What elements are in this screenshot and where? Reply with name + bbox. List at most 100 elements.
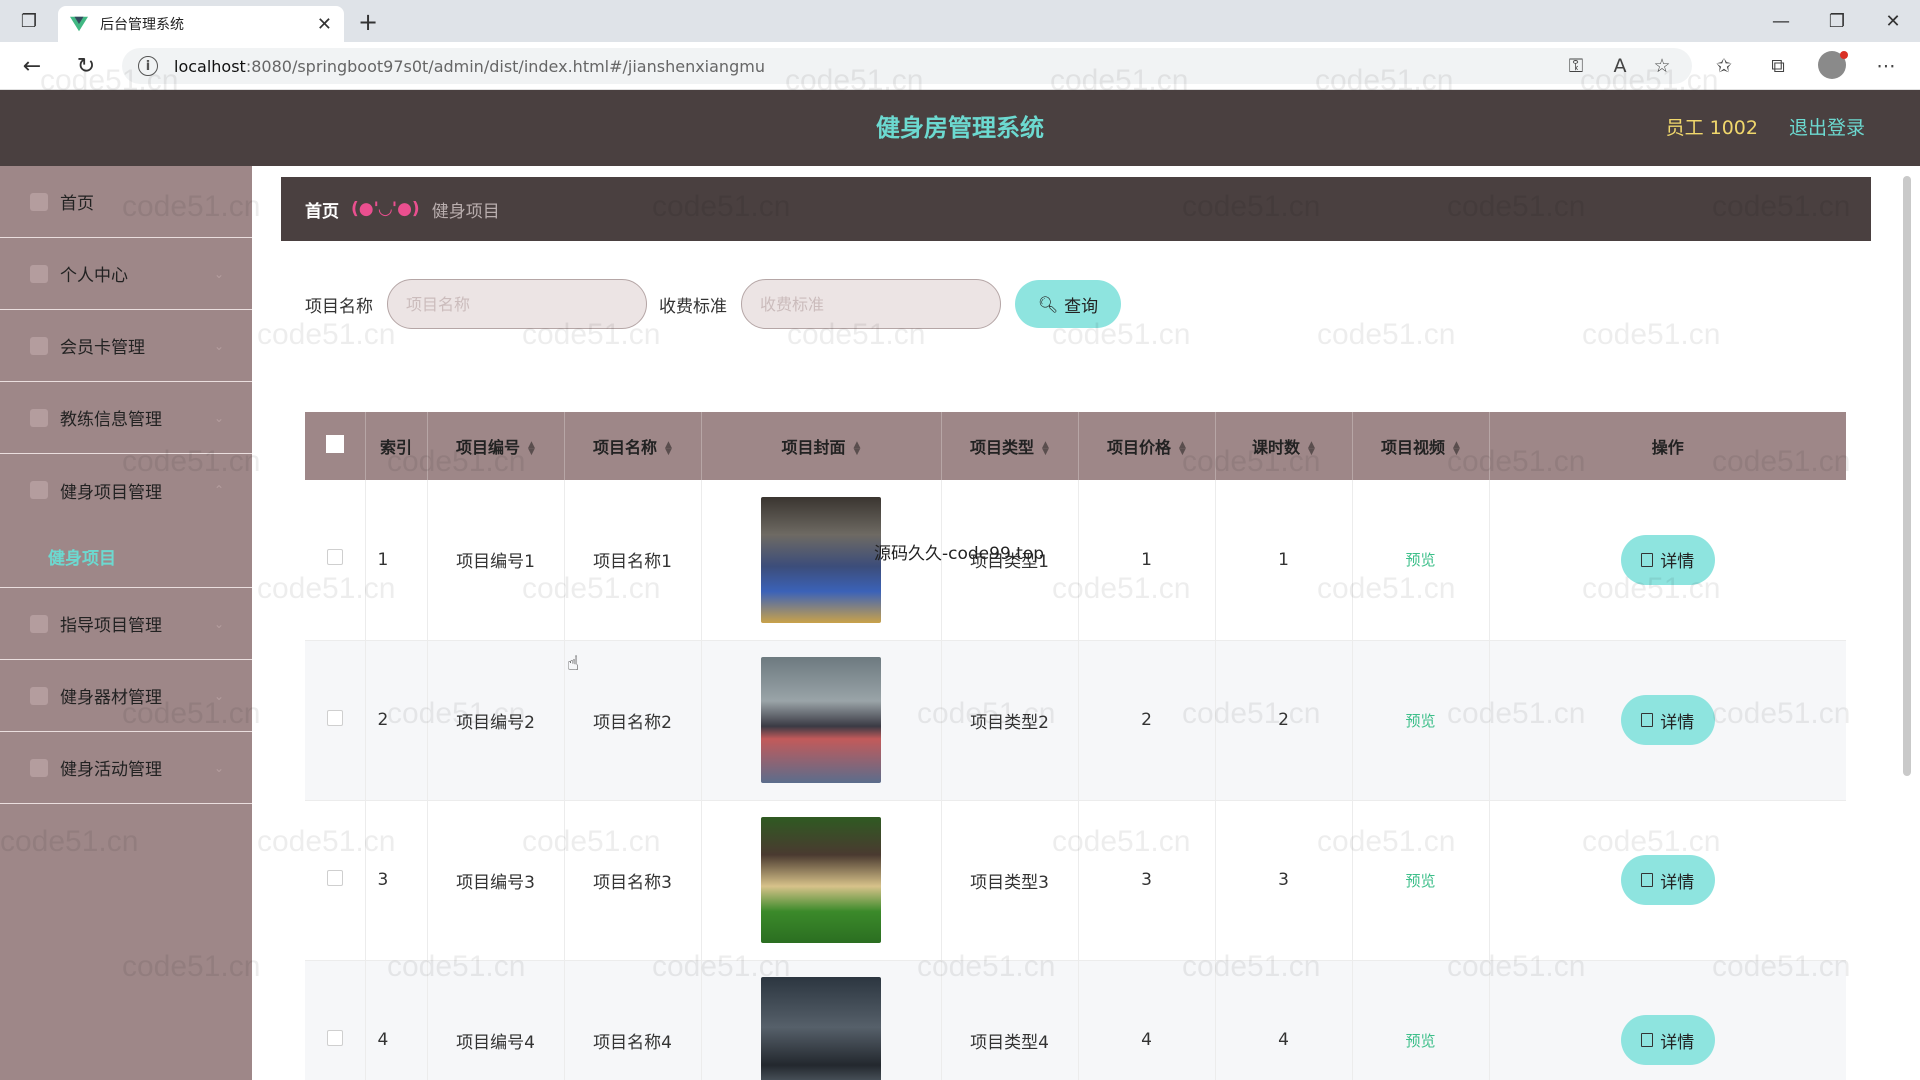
sort-icon[interactable]: ▲ ▼ <box>1453 440 1460 456</box>
row-name: 项目名称2 <box>564 640 702 800</box>
logout-link[interactable]: 退出登录 <box>1789 90 1865 166</box>
page-scrollbar[interactable] <box>1900 166 1914 1080</box>
new-tab-icon[interactable]: + <box>352 6 384 38</box>
card-icon <box>30 336 48 355</box>
sidebar-item-home[interactable]: 首页 <box>0 166 252 238</box>
sidebar-item-label: 健身器材管理 <box>60 688 162 708</box>
row-checkbox[interactable] <box>326 869 343 886</box>
row-price: 1 <box>1078 480 1216 640</box>
video-preview-link[interactable]: 预览 <box>1405 712 1435 730</box>
submenu-item-fitness-project[interactable]: 健身项目 <box>0 526 252 588</box>
row-checkbox[interactable] <box>326 549 343 566</box>
document-icon <box>1641 713 1654 727</box>
table-header-row: 索引 项目编号 ▲ ▼ 项目名称 ▲ ▼ 项目封面 ▲ ▼ 项目类型 ▲ ▼ 项目价格 ▲ ▼ 课时… <box>305 412 1846 480</box>
project-name-input[interactable] <box>387 279 647 329</box>
sidebar-item-membership-card[interactable]: 会员卡管理 ⌄ <box>0 310 252 382</box>
app-title: 健身房管理系统 <box>876 114 1044 142</box>
cover-image[interactable] <box>761 496 881 623</box>
vue-favicon-icon <box>70 16 88 32</box>
project-icon <box>30 481 48 499</box>
breadcrumb-home[interactable]: 首页 <box>305 197 339 222</box>
hand-cursor-icon: ☝ <box>567 651 580 675</box>
sort-icon[interactable]: ▲ ▼ <box>1308 440 1315 456</box>
cover-image[interactable] <box>761 977 881 1080</box>
cover-image[interactable] <box>761 657 881 783</box>
col-actions-label: 操作 <box>1651 438 1684 457</box>
row-name: 项目名称4 <box>564 960 702 1080</box>
price-label: 收费标准 <box>659 296 727 317</box>
watermark: code51.cn <box>1582 318 1721 351</box>
tab-close-icon[interactable]: ✕ <box>317 14 332 35</box>
favorites-icon[interactable]: ✩ <box>1710 52 1738 80</box>
reload-icon[interactable]: ↻ <box>70 50 102 82</box>
detail-button-label: 详情 <box>1660 872 1695 893</box>
maximize-icon[interactable]: ❐ <box>1810 0 1864 42</box>
table-row: 4 项目编号4 项目名称4 项目类型4 4 4 预览 详情 <box>305 960 1846 1080</box>
table-row: 2 项目编号2 项目名称2 项目类型2 2 2 预览 详情 <box>305 640 1846 800</box>
col-price[interactable]: 项目价格 ▲ ▼ <box>1078 412 1216 480</box>
video-preview-link[interactable]: 预览 <box>1405 551 1435 569</box>
col-video[interactable]: 项目视频 ▲ ▼ <box>1352 412 1490 480</box>
sidebar-item-coach[interactable]: 教练信息管理 ⌄ <box>0 382 252 454</box>
sidebar-item-profile[interactable]: 个人中心 ⌄ <box>0 238 252 310</box>
minimize-icon[interactable]: — <box>1754 0 1808 42</box>
col-price-label: 项目价格 <box>1107 438 1172 457</box>
search-button[interactable]: 🔍︎ 查询 <box>1015 280 1121 328</box>
video-preview-link[interactable]: 预览 <box>1405 1032 1435 1050</box>
activity-icon <box>30 758 48 777</box>
detail-button[interactable]: 详情 <box>1620 534 1715 585</box>
submenu-item-label: 健身项目 <box>48 549 116 569</box>
sidebar-item-activity[interactable]: 健身活动管理 ⌄ <box>0 732 252 804</box>
browser-tab[interactable]: 后台管理系统 ✕ <box>58 6 344 42</box>
home-icon <box>30 192 48 211</box>
sidebar-item-label: 健身活动管理 <box>60 760 162 780</box>
col-type[interactable]: 项目类型 ▲ ▼ <box>941 412 1079 480</box>
add-favorite-icon[interactable]: ☆ <box>1648 52 1676 80</box>
app-header: 健身房管理系统 员工 1002 退出登录 <box>0 90 1920 166</box>
sort-icon[interactable]: ▲ ▼ <box>1179 440 1186 456</box>
scroll-thumb[interactable] <box>1903 176 1911 776</box>
read-aloud-icon[interactable]: A <box>1606 52 1634 80</box>
row-checkbox[interactable] <box>326 1029 343 1046</box>
price-input[interactable] <box>741 279 1001 329</box>
row-checkbox[interactable] <box>326 709 343 726</box>
search-icon: 🔍︎ <box>1037 294 1059 314</box>
col-code[interactable]: 项目编号 ▲ ▼ <box>427 412 565 480</box>
detail-button[interactable]: 详情 <box>1620 855 1715 905</box>
collections-icon[interactable]: ⧉ <box>1764 52 1792 80</box>
back-icon[interactable]: ← <box>16 50 48 82</box>
video-preview-link[interactable]: 预览 <box>1405 872 1435 890</box>
sidebar-item-equipment[interactable]: 健身器材管理 ⌄ <box>0 660 252 732</box>
sidebar-item-guidance[interactable]: 指导项目管理 ⌄ <box>0 588 252 660</box>
chevron-up-icon: ⌃ <box>213 483 224 497</box>
site-info-icon[interactable]: i <box>138 56 158 76</box>
col-cover[interactable]: 项目封面 ▲ ▼ <box>701 412 942 480</box>
sort-icon[interactable]: ▲ ▼ <box>1042 440 1049 456</box>
sort-icon[interactable]: ▲ ▼ <box>665 440 672 456</box>
sidebar-item-label: 会员卡管理 <box>60 338 145 358</box>
cover-image[interactable] <box>761 817 881 943</box>
user-icon <box>30 264 48 283</box>
col-hours[interactable]: 课时数 ▲ ▼ <box>1215 412 1353 480</box>
detail-button[interactable]: 详情 <box>1620 1015 1715 1065</box>
more-icon[interactable]: ⋯ <box>1872 52 1900 80</box>
col-hours-label: 课时数 <box>1252 438 1301 457</box>
close-window-icon[interactable]: ✕ <box>1866 0 1920 42</box>
col-code-label: 项目编号 <box>456 438 521 457</box>
row-hours: 1 <box>1215 480 1353 640</box>
chevron-down-icon: ⌄ <box>213 410 224 425</box>
row-index: 1 <box>365 480 428 640</box>
breadcrumb-current: 健身项目 <box>431 201 500 222</box>
url-field[interactable]: i localhost:8080/springboot97s0t/admin/d… <box>122 48 1692 84</box>
sidebar-item-label: 首页 <box>60 194 94 214</box>
sidebar-item-fitness-project[interactable]: 健身项目管理 ⌃ <box>0 454 252 526</box>
detail-button-label: 详情 <box>1660 1032 1695 1053</box>
tab-actions-icon[interactable]: ❐ <box>2 0 56 42</box>
col-name[interactable]: 项目名称 ▲ ▼ <box>564 412 702 480</box>
detail-button[interactable]: 详情 <box>1620 695 1715 745</box>
sort-icon[interactable]: ▲ ▼ <box>528 440 535 456</box>
sort-icon[interactable]: ▲ ▼ <box>854 440 861 456</box>
select-all-checkbox[interactable] <box>325 435 344 453</box>
row-name: 项目名称3 <box>564 800 702 960</box>
key-icon[interactable]: ⚿ <box>1562 52 1590 80</box>
